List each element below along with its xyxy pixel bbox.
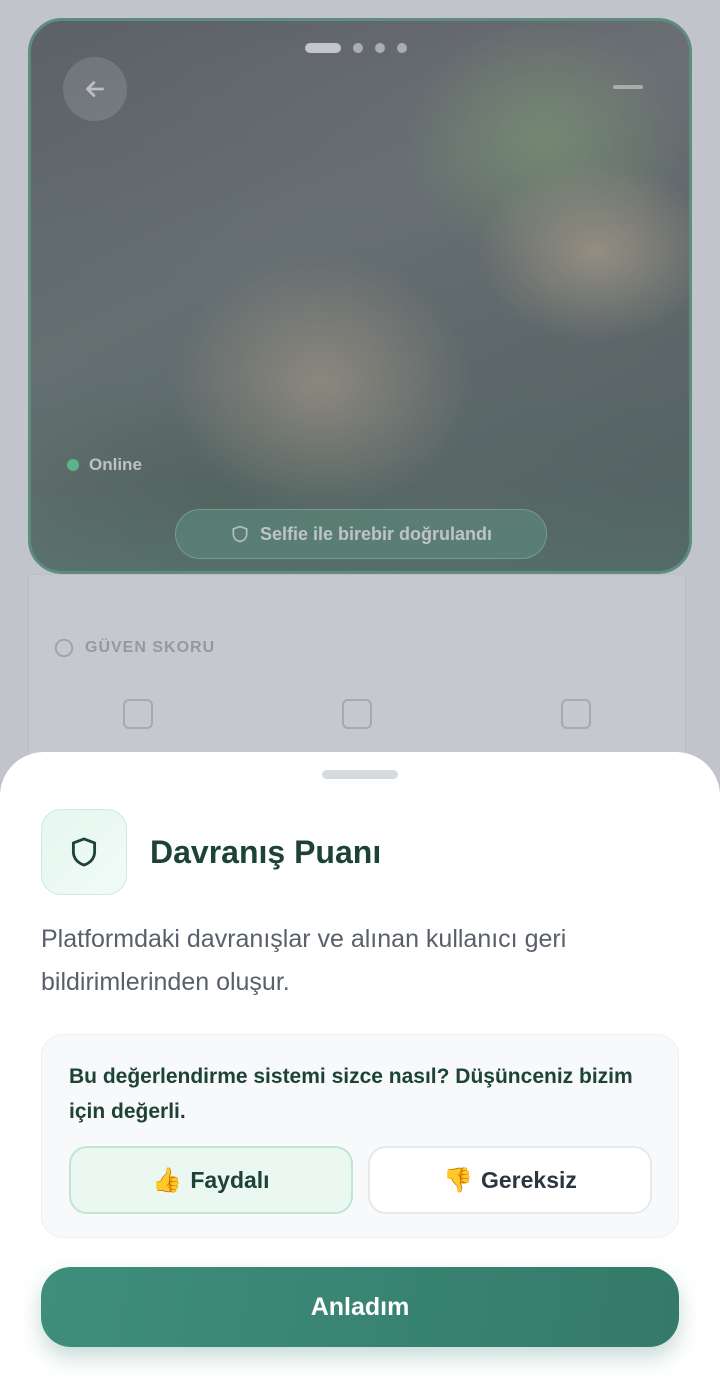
feedback-question: Bu değerlendirme sistemi sizce nasıl? Dü…	[69, 1065, 633, 1123]
thumbs-up-icon: 👍	[152, 1166, 183, 1194]
useless-label: Gereksiz	[480, 1166, 577, 1193]
shield-icon	[71, 837, 97, 867]
sheet-icon-box	[41, 809, 127, 895]
feedback-card: Bu değerlendirme sistemi sizce nasıl? Dü…	[41, 1034, 679, 1238]
thumbs-down-icon: 👎	[443, 1166, 473, 1194]
useful-button[interactable]: 👍 Faydalı	[69, 1146, 353, 1214]
sheet-drag-handle[interactable]	[322, 770, 398, 779]
got-it-button[interactable]: Anladım	[41, 1267, 679, 1347]
behavior-score-sheet: Davranış Puanı Platformdaki davranışlar …	[0, 752, 720, 1394]
useful-label: Faydalı	[190, 1166, 270, 1193]
sheet-title: Davranış Puanı	[150, 834, 382, 870]
sheet-description: Platformdaki davranışlar ve alınan kulla…	[41, 925, 567, 996]
useless-button[interactable]: 👎 Gereksiz	[368, 1146, 652, 1214]
